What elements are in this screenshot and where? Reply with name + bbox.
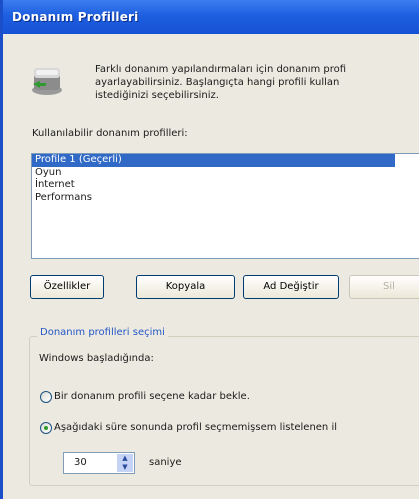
description-line: Farklı donanım yapılandırmaları için don… <box>95 64 347 75</box>
startup-label: Windows başladığında: <box>39 353 154 364</box>
profile-item[interactable]: İnternet <box>32 179 419 192</box>
profile-selection-title: Donanım profilleri seçimi <box>37 327 168 338</box>
wait-radio-button[interactable] <box>40 391 52 403</box>
spinner-arrows[interactable]: ▲ ▼ <box>117 454 133 472</box>
spin-up-icon[interactable]: ▲ <box>117 454 133 463</box>
profile-item-selected[interactable]: Profile 1 (Geçerli) <box>32 154 395 167</box>
timeout-unit-label: saniye <box>149 457 182 468</box>
copy-button[interactable]: Kopyala <box>136 275 235 299</box>
title-bar[interactable]: Donanım Profilleri <box>3 0 419 34</box>
hardware-icon <box>32 68 62 95</box>
window-title: Donanım Profilleri <box>12 10 139 24</box>
description-text: Farklı donanım yapılandırmaları için don… <box>95 63 419 102</box>
properties-button[interactable]: Özellikler <box>30 275 104 299</box>
spin-down-icon[interactable]: ▼ <box>117 463 133 472</box>
wait-radio-label[interactable]: Bir donanım profili seçene kadar bekle. <box>54 391 250 402</box>
profile-item[interactable]: Oyun <box>32 167 419 180</box>
profile-item[interactable]: Performans <box>32 192 419 205</box>
delete-button[interactable]: Sil <box>349 275 419 299</box>
hardware-profiles-dialog: Donanım Profilleri Farklı donanım yapıla… <box>0 0 419 499</box>
timeout-value[interactable]: 30 <box>74 457 87 468</box>
description-line: ayarlayabilirsiniz. Başlangıçta hangi pr… <box>95 77 340 88</box>
rename-button[interactable]: Ad Değiştir <box>243 275 339 299</box>
profiles-list-label: Kullanılabilir donanım profilleri: <box>32 128 188 139</box>
description-line: istediğinizi seçebilirsiniz. <box>95 90 219 101</box>
timeout-radio-label[interactable]: Aşağıdaki süre sonunda profil seçmemişse… <box>54 422 337 433</box>
timeout-radio-button[interactable] <box>40 422 52 434</box>
profiles-listbox[interactable]: Profile 1 (Geçerli) Oyun İnternet Perfor… <box>31 153 419 259</box>
timeout-spinner[interactable]: 30 ▲ ▼ <box>63 452 135 474</box>
